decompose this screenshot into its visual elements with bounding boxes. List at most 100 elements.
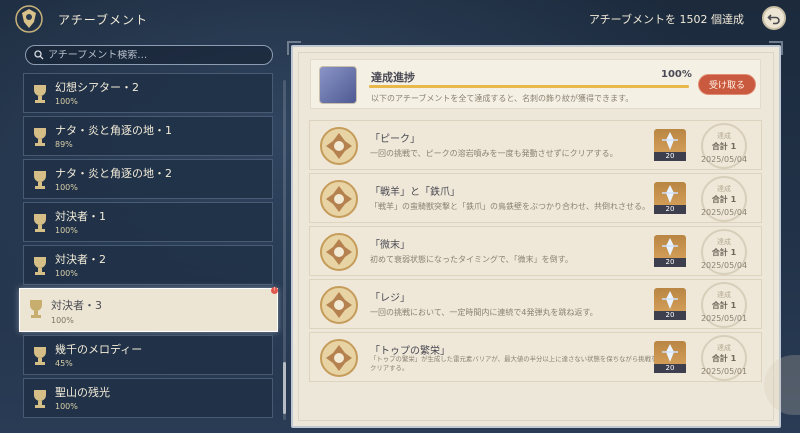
achievement-description: 一回の挑戦で、ピークの溶岩噴みを一度も発動させずにクリアする。 (370, 149, 618, 158)
reward-quantity: 20 (654, 258, 686, 267)
namecard-preview (319, 66, 357, 104)
trophy-icon (34, 347, 46, 365)
achievement-row: 「微末」 初めて衰弱状態になったタイミングで、「微末」を倒す。 20 達成 合計… (309, 226, 762, 276)
panel-corner-ornament (769, 41, 783, 55)
trophy-icon (34, 171, 46, 189)
achievement-medal-icon (320, 127, 358, 165)
category-item-selected[interactable]: 対決者・3 100% ! (19, 287, 278, 332)
achievement-description: 初めて衰弱状態になったタイミングで、「微末」を倒す。 (370, 255, 573, 264)
achievement-count: アチーブメントを 1502 個達成 (588, 13, 744, 26)
back-arrow-icon (767, 14, 780, 25)
category-percent: 100% (51, 316, 74, 325)
stamp-label: 達成 (717, 238, 731, 246)
primogem-reward: 20 (654, 129, 686, 161)
search-icon (34, 50, 44, 60)
category-name: 幾千のメロディー (55, 343, 143, 356)
primogem-icon (662, 185, 678, 203)
progress-title: 達成進捗 (371, 71, 415, 84)
trophy-icon (34, 257, 46, 275)
page-title: アチーブメント (58, 13, 149, 27)
category-percent: 89% (55, 140, 73, 149)
completion-date: 2025/05/04 (700, 155, 748, 164)
stamp-total: 合計 1 (711, 195, 737, 204)
category-percent: 100% (55, 97, 78, 106)
category-item[interactable]: 幾千のメロディー 45% (23, 335, 273, 375)
achievement-title: 「レジ」 (370, 293, 410, 304)
category-name: 対決者・1 (55, 210, 106, 223)
primogem-reward: 20 (654, 235, 686, 267)
achievement-description: 一回の挑戦において、一定時間内に連続で4発弾丸を跳ね返す。 (370, 308, 598, 317)
category-name: 対決者・2 (55, 253, 106, 266)
reward-quantity: 20 (654, 311, 686, 320)
search-input[interactable] (48, 49, 258, 61)
category-percent: 100% (55, 183, 78, 192)
trophy-icon (34, 390, 46, 408)
category-scrollbar-thumb[interactable] (283, 362, 286, 414)
stamp-label: 達成 (717, 132, 731, 140)
completion-date: 2025/05/01 (700, 314, 748, 323)
achievement-row: 「ピーク」 一回の挑戦で、ピークの溶岩噴みを一度も発動させずにクリアする。 20… (309, 120, 762, 170)
achievement-row: 「戦羊」と「鉄爪」 「戦羊」の蛮騎獣突撃と「鉄爪」の鳥鉄壁をぶつかり合わせ、共倒… (309, 173, 762, 223)
achievement-description: 「戦羊」の蛮騎獣突撃と「鉄爪」の鳥鉄壁をぶつかり合わせ、共倒れさせる。 (370, 202, 650, 211)
stamp-total: 合計 1 (711, 248, 737, 257)
achievement-title: 「戦羊」と「鉄爪」 (370, 187, 460, 198)
achievement-row: 「レジ」 一回の挑戦において、一定時間内に連続で4発弾丸を跳ね返す。 20 達成… (309, 279, 762, 329)
achievement-title: 「微末」 (370, 240, 410, 251)
achievement-medal-icon (320, 180, 358, 218)
reward-quantity: 20 (654, 364, 686, 373)
trophy-icon (34, 128, 46, 146)
primogem-icon (662, 291, 678, 309)
achievement-medal-icon (320, 233, 358, 271)
category-item[interactable]: ナタ・炎と角逐の地・1 89% (23, 116, 273, 156)
reward-quantity: 20 (654, 205, 686, 214)
achievement-row: 「トゥプの繁栄」 「トゥプの繁栄」が生成した雷元素バリアが、最大値の半分以上に達… (309, 332, 762, 382)
primogem-icon (662, 238, 678, 256)
category-item[interactable]: 対決者・2 100% (23, 245, 273, 285)
back-button[interactable] (762, 6, 786, 30)
category-percent: 45% (55, 359, 73, 368)
progress-percent: 100% (661, 69, 692, 80)
category-item[interactable]: ナタ・炎と角逐の地・2 100% (23, 159, 273, 199)
category-name: 聖山の残光 (55, 386, 110, 399)
progress-bar (369, 85, 689, 88)
category-item[interactable]: 幻想シアター・2 100% (23, 73, 273, 113)
category-name: ナタ・炎と角逐の地・2 (55, 167, 172, 180)
trophy-icon (30, 300, 42, 318)
primogem-reward: 20 (654, 288, 686, 320)
category-percent: 100% (55, 269, 78, 278)
completion-progress-card: 達成進捗 100% 以下のアチーブメントを全て達成すると、名刺の飾り紋が獲得でき… (310, 59, 761, 109)
claim-button[interactable]: 受け取る (698, 74, 756, 95)
stamp-total: 合計 1 (711, 354, 737, 363)
trophy-icon (34, 85, 46, 103)
completion-date: 2025/05/04 (700, 208, 748, 217)
achievement-medal-icon (320, 286, 358, 324)
trophy-icon (34, 214, 46, 232)
category-percent: 100% (55, 226, 78, 235)
category-item[interactable]: 聖山の残光 100% (23, 378, 273, 418)
primogem-reward: 20 (654, 182, 686, 214)
achievement-medal-icon (320, 339, 358, 377)
achievement-description: 「トゥプの繁栄」が生成した雷元素バリアが、最大値の半分以上に達さない状態を保ちな… (370, 355, 658, 372)
primogem-icon (662, 344, 678, 362)
achievement-title: 「ピーク」 (370, 134, 420, 145)
stamp-total: 合計 1 (711, 142, 737, 151)
completion-date: 2025/05/04 (700, 261, 748, 270)
achievement-emblem-icon (15, 5, 43, 33)
stamp-total: 合計 1 (711, 301, 737, 310)
category-name: ナタ・炎と角逐の地・1 (55, 124, 172, 137)
panel-corner-ornament (287, 41, 301, 55)
progress-description: 以下のアチーブメントを全て達成すると、名刺の飾り紋が獲得できます。 (371, 94, 634, 103)
category-name: 対決者・3 (51, 299, 102, 312)
notification-badge: ! (271, 287, 278, 294)
stamp-label: 達成 (717, 291, 731, 299)
category-name: 幻想シアター・2 (55, 81, 139, 94)
primogem-reward: 20 (654, 341, 686, 373)
stamp-label: 達成 (717, 185, 731, 193)
progress-bar-fill (369, 85, 689, 88)
category-item[interactable]: 対決者・1 100% (23, 202, 273, 242)
primogem-icon (662, 132, 678, 150)
search-box[interactable] (25, 45, 273, 65)
category-percent: 100% (55, 402, 78, 411)
reward-quantity: 20 (654, 152, 686, 161)
completion-date: 2025/05/01 (700, 367, 748, 376)
